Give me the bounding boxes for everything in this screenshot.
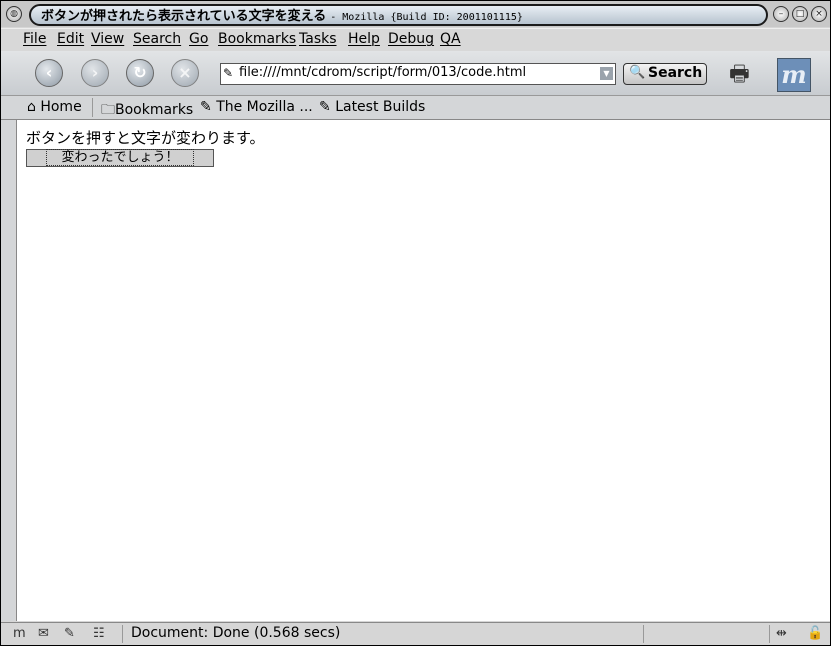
home-button[interactable]: ⌂ Home: [27, 99, 82, 115]
personal-toolbar: ⌂ Home 🗀Bookmarks ✎ The Mozilla ... ✎ La…: [1, 96, 830, 120]
back-icon[interactable]: ‹: [35, 59, 63, 87]
mozilla-bookmark-link[interactable]: ✎ The Mozilla ...: [200, 99, 313, 115]
menu-qa[interactable]: QA: [440, 31, 461, 47]
mozilla-bookmark-label: The Mozilla ...: [216, 99, 313, 115]
separator: [769, 625, 770, 643]
page-proxy-icon: ✎: [223, 66, 234, 80]
window-title: ボタンが押されたら表示されている文字を変える - Mozilla {Build I…: [41, 5, 523, 24]
menu-search[interactable]: Search: [133, 31, 181, 47]
sidebar-grip[interactable]: [1, 120, 15, 621]
menu-edit[interactable]: Edit: [57, 31, 84, 47]
reload-icon[interactable]: ↻: [126, 59, 154, 87]
change-text-button-label: 変わったでしょう！: [46, 149, 194, 166]
window-title-main: ボタンが押されたら表示されている文字を変える: [41, 9, 327, 24]
menu-debug[interactable]: Debug: [388, 31, 434, 47]
status-bar: m ✉ ✎ ☷ Document: Done (0.568 secs) ⇹ 🔓: [1, 622, 830, 645]
menu-view[interactable]: View: [91, 31, 124, 47]
bookmarks-label: Bookmarks: [115, 102, 194, 118]
mozilla-component-icon[interactable]: m: [13, 626, 26, 641]
latest-builds-link[interactable]: ✎ Latest Builds: [319, 99, 425, 115]
menu-bookmarks[interactable]: Bookmarks: [218, 31, 296, 47]
bookmark-icon: ✎: [200, 99, 212, 115]
content-area: ボタンを押すと文字が変わります。 変わったでしょう！: [16, 120, 830, 621]
separator: [643, 625, 644, 643]
mozilla-logo-icon[interactable]: m: [777, 58, 811, 92]
status-text: Document: Done (0.568 secs): [131, 625, 341, 641]
navigation-toolbar: ‹ › ↻ × ✎ file:////mnt/cdrom/script/form…: [1, 51, 830, 96]
bookmark-icon: ✎: [319, 99, 331, 115]
folder-icon: 🗀: [101, 102, 115, 118]
window-title-suffix: - Mozilla {Build ID: 2001101115}: [330, 12, 523, 23]
magnifier-icon: 🔍: [629, 65, 646, 80]
close-icon[interactable]: ×: [811, 6, 827, 22]
menu-tasks[interactable]: Tasks: [299, 31, 337, 47]
composer-icon[interactable]: ✎: [64, 626, 75, 641]
menubar: File Edit View Search Go Bookmarks Tasks…: [1, 28, 830, 52]
home-icon: ⌂: [27, 99, 36, 115]
maximize-icon[interactable]: □: [792, 6, 808, 22]
menu-go[interactable]: Go: [189, 31, 208, 47]
print-icon[interactable]: 🖶: [729, 57, 763, 87]
minimize-icon[interactable]: –: [773, 6, 789, 22]
browser-window: ◍ ボタンが押されたら表示されている文字を変える - Mozilla {Build…: [0, 0, 831, 646]
change-text-button[interactable]: 変わったでしょう！: [26, 149, 214, 167]
menu-help[interactable]: Help: [348, 31, 380, 47]
stop-icon[interactable]: ×: [171, 59, 199, 87]
forward-icon[interactable]: ›: [81, 59, 109, 87]
separator: [122, 625, 123, 643]
url-dropdown-icon[interactable]: ▼: [600, 67, 613, 80]
window-menu-icon[interactable]: ◍: [6, 6, 22, 22]
mail-icon[interactable]: ✉: [38, 626, 49, 641]
latest-builds-label: Latest Builds: [335, 99, 426, 115]
addressbook-icon[interactable]: ☷: [93, 626, 105, 641]
search-button-label: Search: [648, 65, 703, 81]
url-bar[interactable]: ✎ file:////mnt/cdrom/script/form/013/cod…: [220, 63, 616, 85]
security-lock-icon[interactable]: 🔓: [807, 626, 823, 641]
online-status-icon[interactable]: ⇹: [776, 626, 787, 641]
title-bar: ◍ ボタンが押されたら表示されている文字を変える - Mozilla {Build…: [1, 1, 830, 27]
separator: [92, 98, 93, 117]
page-instruction-text: ボタンを押すと文字が変わります。: [26, 129, 265, 147]
home-label: Home: [40, 99, 82, 115]
url-text[interactable]: file:////mnt/cdrom/script/form/013/code.…: [239, 65, 526, 80]
menu-file[interactable]: File: [23, 31, 46, 47]
search-button[interactable]: 🔍 Search: [623, 63, 707, 85]
